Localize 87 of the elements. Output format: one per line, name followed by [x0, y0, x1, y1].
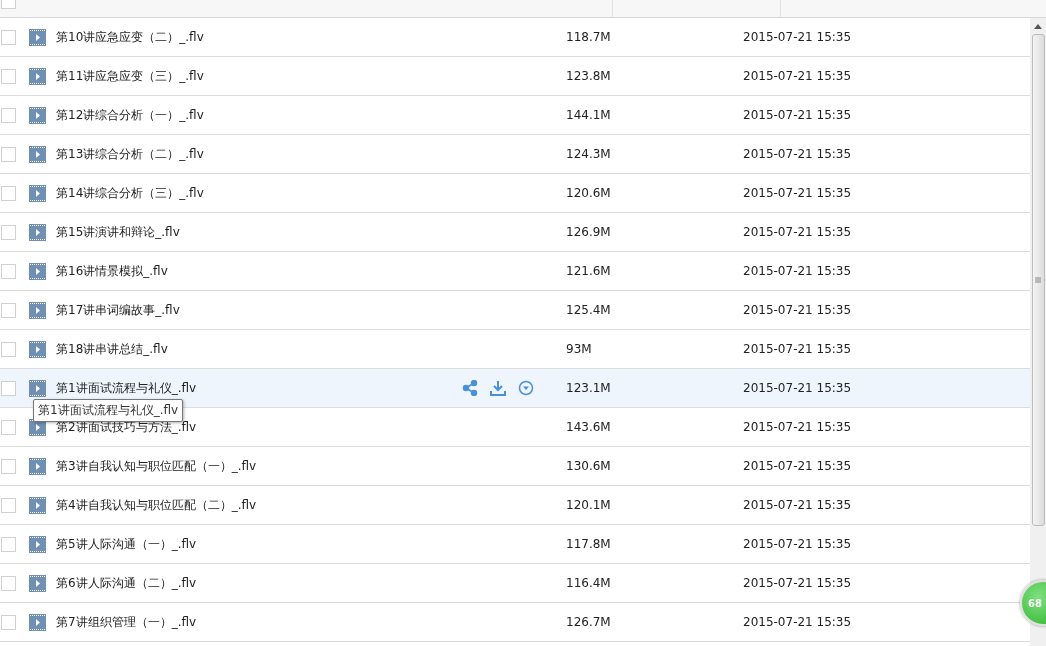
- modified-date: 2015-07-21 15:35: [743, 381, 852, 395]
- badge-count: 68: [1028, 597, 1042, 609]
- video-file-icon: [29, 262, 46, 280]
- file-name[interactable]: 第4讲自我认知与职位匹配（二）_.flv: [56, 496, 257, 514]
- video-file-icon: [29, 457, 46, 475]
- modified-date: 2015-07-21 15:35: [743, 342, 852, 356]
- file-name[interactable]: 第1讲面试流程与礼仪_.flv: [56, 379, 197, 397]
- row-checkbox[interactable]: [1, 380, 16, 396]
- file-name[interactable]: 第5讲人际沟通（一）_.flv: [56, 535, 197, 553]
- row-checkbox[interactable]: [1, 224, 16, 240]
- video-file-icon: [29, 535, 46, 553]
- file-size: 117.8M: [566, 537, 612, 551]
- modified-date: 2015-07-21 15:35: [743, 186, 852, 200]
- video-file-icon: [29, 106, 46, 124]
- file-size: 93M: [566, 342, 593, 356]
- modified-date: 2015-07-21 15:35: [743, 147, 852, 161]
- tooltip: 第1讲面试流程与礼仪_.flv: [33, 399, 184, 422]
- modified-date: 2015-07-21 15:35: [743, 30, 852, 44]
- modified-date: 2015-07-21 15:35: [743, 576, 852, 590]
- file-size: 121.6M: [566, 264, 612, 278]
- share-icon[interactable]: [462, 380, 478, 396]
- scrollbar-thumb[interactable]: [1031, 34, 1045, 526]
- row-checkbox[interactable]: [1, 419, 16, 435]
- file-name[interactable]: 第3讲自我认知与职位匹配（一）_.flv: [56, 457, 257, 475]
- file-size: 144.1M: [566, 108, 612, 122]
- modified-date: 2015-07-21 15:35: [743, 498, 852, 512]
- file-size: 118.7M: [566, 30, 612, 44]
- modified-date: 2015-07-21 15:35: [743, 537, 852, 551]
- video-file-icon: [29, 223, 46, 241]
- file-name[interactable]: 第15讲演讲和辩论_.flv: [56, 223, 180, 241]
- video-file-icon: [29, 28, 46, 46]
- file-size: 126.9M: [566, 225, 612, 239]
- modified-date: 2015-07-21 15:35: [743, 264, 852, 278]
- file-name[interactable]: 第18讲串讲总结_.flv: [56, 340, 168, 358]
- row-checkbox[interactable]: [1, 146, 16, 162]
- file-name[interactable]: 第13讲综合分析（二）_.flv: [56, 145, 204, 163]
- row-checkbox[interactable]: [1, 68, 16, 84]
- row-checkbox[interactable]: [1, 614, 16, 630]
- file-name[interactable]: 第10讲应急应变（二）_.flv: [56, 28, 204, 46]
- modified-date: 2015-07-21 15:35: [743, 225, 852, 239]
- modified-date: 2015-07-21 15:35: [743, 303, 852, 317]
- file-size: 124.3M: [566, 147, 612, 161]
- row-checkbox[interactable]: [1, 185, 16, 201]
- file-size: 120.1M: [566, 498, 612, 512]
- video-file-icon: [29, 67, 46, 85]
- dropdown-icon[interactable]: [518, 380, 534, 396]
- file-name[interactable]: 第11讲应急应变（三）_.flv: [56, 67, 204, 85]
- modified-date: 2015-07-21 15:35: [743, 615, 852, 629]
- video-file-icon: [29, 613, 46, 631]
- video-file-icon: [29, 574, 46, 592]
- file-name[interactable]: 第17讲串词编故事_.flv: [56, 301, 180, 319]
- file-size: 125.4M: [566, 303, 612, 317]
- file-size: 130.6M: [566, 459, 612, 473]
- file-size: 123.1M: [566, 381, 612, 395]
- row-checkbox[interactable]: [1, 29, 16, 45]
- grip-icon: [1035, 277, 1041, 283]
- file-name[interactable]: 第12讲综合分析（一）_.flv: [56, 106, 204, 124]
- modified-date: 2015-07-21 15:35: [743, 459, 852, 473]
- video-file-icon: [29, 184, 46, 202]
- video-file-icon: [29, 379, 46, 397]
- row-checkbox[interactable]: [1, 497, 16, 513]
- video-file-icon: [29, 340, 46, 358]
- row-checkbox[interactable]: [1, 575, 16, 591]
- video-file-icon: [29, 496, 46, 514]
- row-checkbox[interactable]: [1, 341, 16, 357]
- file-size: 143.6M: [566, 420, 612, 434]
- modified-date: 2015-07-21 15:35: [743, 69, 852, 83]
- file-size: 123.8M: [566, 69, 612, 83]
- scroll-up-icon[interactable]: [1034, 23, 1042, 29]
- modified-date: 2015-07-21 15:35: [743, 420, 852, 434]
- file-name[interactable]: 第16讲情景模拟_.flv: [56, 262, 168, 280]
- file-size: 116.4M: [566, 576, 612, 590]
- row-checkbox[interactable]: [1, 263, 16, 279]
- row-checkbox[interactable]: [1, 536, 16, 552]
- row-checkbox[interactable]: [1, 107, 16, 123]
- file-name[interactable]: 第6讲人际沟通（二）_.flv: [56, 574, 197, 592]
- file-size: 126.7M: [566, 615, 612, 629]
- video-file-icon: [29, 301, 46, 319]
- download-icon[interactable]: [490, 380, 506, 396]
- scrollbar[interactable]: [1030, 18, 1046, 646]
- file-size: 120.6M: [566, 186, 612, 200]
- row-checkbox[interactable]: [1, 458, 16, 474]
- file-name[interactable]: 第14讲综合分析（三）_.flv: [56, 184, 204, 202]
- modified-date: 2015-07-21 15:35: [743, 108, 852, 122]
- video-file-icon: [29, 145, 46, 163]
- file-name[interactable]: 第7讲组织管理（一）_.flv: [56, 613, 197, 631]
- row-checkbox[interactable]: [1, 302, 16, 318]
